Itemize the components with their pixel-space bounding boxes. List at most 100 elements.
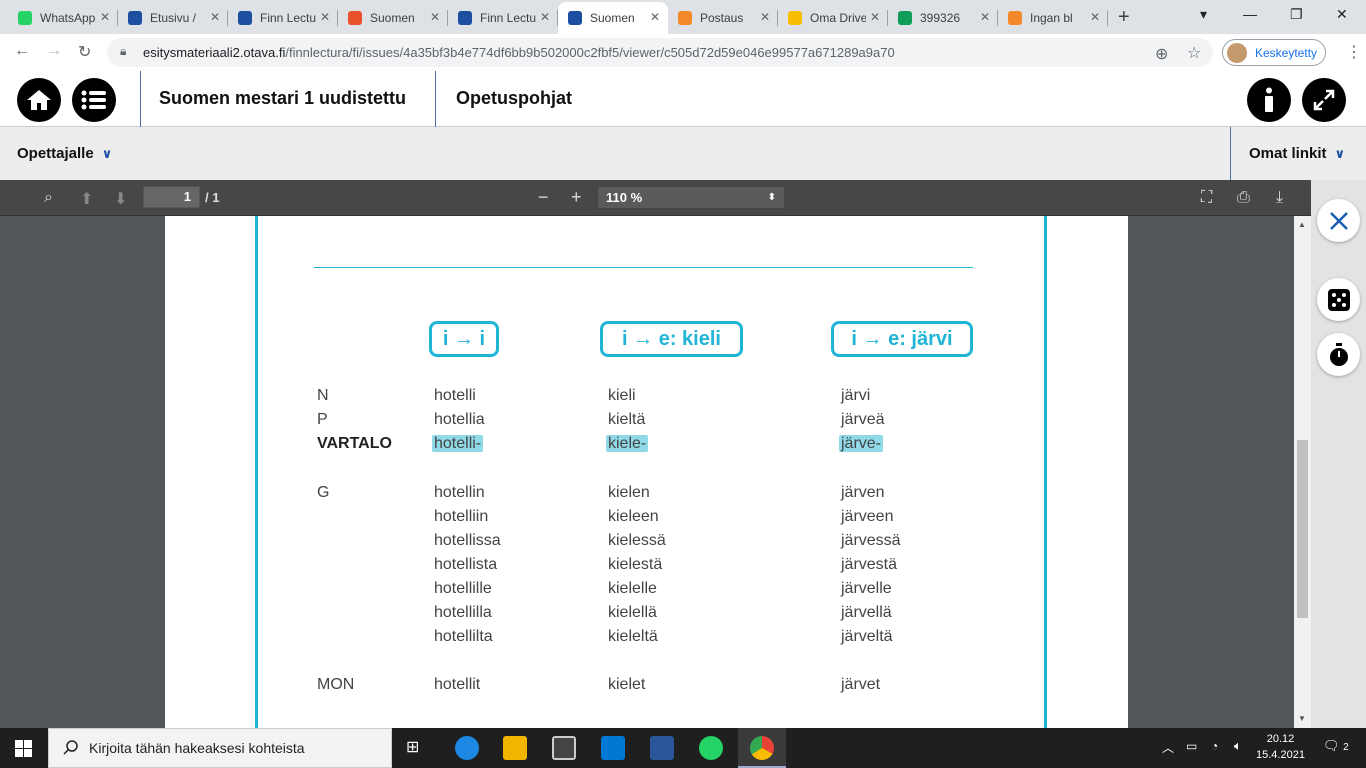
horizontal-rule [314,267,973,268]
presentation-mode-icon[interactable]: ⛶ [1201,189,1212,207]
browser-tab[interactable]: Ingan bl ✕ [998,2,1108,34]
book-title: Suomen mestari 1 uudistettu [140,71,436,127]
cell-text: hotellista [434,556,498,573]
next-page-icon[interactable]: ⬇ [114,189,127,209]
edge-icon[interactable] [455,736,479,760]
wifi-icon[interactable]: ◔ [1211,739,1218,753]
close-tab-icon[interactable]: ✕ [760,10,770,24]
browser-tab[interactable]: Finn Lectura ✕ [448,2,558,34]
taskbar-search-input[interactable]: Kirjoita tähän hakeaksesi kohteista [48,728,392,768]
mail-icon[interactable] [601,736,625,760]
lock-icon[interactable]: 🔒︎ [120,44,126,59]
close-tab-icon[interactable]: ✕ [870,10,880,24]
close-tab-icon[interactable]: ✕ [980,10,990,24]
close-tab-icon[interactable]: ✕ [430,10,440,24]
close-tab-icon[interactable]: ✕ [1090,10,1100,24]
tab-search-icon[interactable]: ▾ [1200,6,1207,23]
word-icon[interactable] [650,736,674,760]
browser-tab[interactable]: Suomen ✕ [338,2,448,34]
table-cell: hotellissa [434,532,501,550]
scroll-up-icon[interactable]: ▲ [1298,220,1306,229]
volume-icon[interactable]: 🔈︎ [1234,738,1242,754]
url-input[interactable]: 🔒︎ esitysmateriaali2.otava.fi/finnlectur… [107,38,1213,67]
stem-highlight: hotelli- [432,435,484,452]
page-total: / 1 [205,190,220,205]
browser-tab[interactable]: Suomen ✕ [558,2,668,34]
table-cell: kielen [608,484,650,502]
zoom-select[interactable]: 110 % ⬍ [597,186,785,209]
finnlectura-icon [458,11,472,25]
system-clock[interactable]: 20.12 15.4.2021 [1256,731,1305,763]
menu-dots-icon[interactable]: ⋮ [1346,42,1362,62]
print-icon[interactable]: ⎙ [1237,189,1250,207]
dice-tool-button[interactable] [1317,278,1360,321]
red-app-icon [348,11,362,25]
browser-tab[interactable]: Postaus ✕ [668,2,778,34]
whatsapp-icon[interactable] [699,736,723,760]
download-icon[interactable]: ⤓ [1276,189,1283,207]
cell-text: järveä [841,411,885,428]
browser-tab[interactable]: Finn Lectura ✕ [228,2,338,34]
browser-tab[interactable]: WhatsApp ✕ [8,2,118,34]
chevron-up-icon[interactable]: ︿ [1162,739,1174,756]
profile-button[interactable]: Keskeytetty [1222,39,1326,66]
url-text: esitysmateriaali2.otava.fi/finnlectura/f… [143,45,895,60]
search-icon [63,740,78,755]
fullscreen-button[interactable] [1302,78,1346,122]
forward-arrow-icon[interactable]: → [46,42,62,60]
browser-tab[interactable]: 399326 ✕ [888,2,998,34]
cell-text: järveltä [841,628,893,645]
previous-page-icon[interactable]: ⬆ [80,189,93,209]
browser-tab[interactable]: Oma Drive ✕ [778,2,888,34]
bookmark-star-icon[interactable]: ☆ [1187,43,1201,63]
store-icon[interactable] [552,736,576,760]
back-arrow-icon[interactable]: ← [14,42,30,60]
notifications-button[interactable]: 🗨︎ 2 [1323,738,1349,754]
task-view-icon[interactable]: ⊞ [406,737,419,757]
close-tab-icon[interactable]: ✕ [100,10,110,24]
maximize-button[interactable]: ❐ [1290,6,1303,23]
zoom-icon[interactable]: ⊕ [1155,44,1168,64]
battery-icon[interactable]: ▭ [1186,739,1197,753]
close-tab-icon[interactable]: ✕ [650,10,660,24]
close-tab-icon[interactable]: ✕ [210,10,220,24]
scroll-down-icon[interactable]: ▼ [1298,714,1306,723]
search-placeholder: Kirjoita tähän hakeaksesi kohteista [89,740,305,756]
table-cell: kieli [608,387,636,405]
table-cell: järvi [841,387,870,405]
scrollbar-thumb[interactable] [1297,440,1308,618]
my-links-dropdown[interactable]: Omat linkit ∨ [1230,127,1345,180]
close-window-button[interactable]: ✕ [1336,6,1348,23]
zoom-in-icon[interactable]: + [571,187,582,208]
reload-icon[interactable]: ↻ [78,42,91,62]
page-number-input[interactable]: 1 [143,186,200,208]
cell-text: kieli [608,387,636,404]
table-cell: järvelle [841,580,892,598]
vertical-scrollbar[interactable]: ▲ ▼ [1294,216,1311,728]
table-cell: järve- [839,435,884,453]
minimize-button[interactable]: — [1243,6,1257,22]
zoom-out-icon[interactable]: − [538,187,549,208]
timer-tool-button[interactable] [1317,333,1360,376]
info-button[interactable] [1247,78,1291,122]
clock-date: 15.4.2021 [1256,749,1305,761]
tab-title: Ingan bl [1030,11,1073,25]
cell-text: kielelle [608,580,657,597]
close-tab-icon[interactable]: ✕ [540,10,550,24]
chrome-taskbar-button[interactable] [738,728,786,768]
windows-start-icon[interactable] [15,740,32,757]
cell-text: kielellä [608,604,657,621]
table-of-contents-button[interactable] [72,78,116,122]
table-cell: hotellille [434,580,492,598]
tab-title: Suomen [590,11,635,25]
search-icon[interactable]: ⌕ [44,189,53,207]
teacher-menu-dropdown[interactable]: Opettajalle ∨ [17,145,112,162]
browser-tab[interactable]: Etusivu / ✕ [118,2,228,34]
cell-text: järvellä [841,604,892,621]
new-tab-button[interactable]: + [1118,6,1130,29]
file-explorer-icon[interactable] [503,736,527,760]
chevron-down-icon: ∨ [101,146,113,161]
close-viewer-button[interactable] [1317,199,1360,242]
home-button[interactable] [17,78,61,122]
close-tab-icon[interactable]: ✕ [320,10,330,24]
